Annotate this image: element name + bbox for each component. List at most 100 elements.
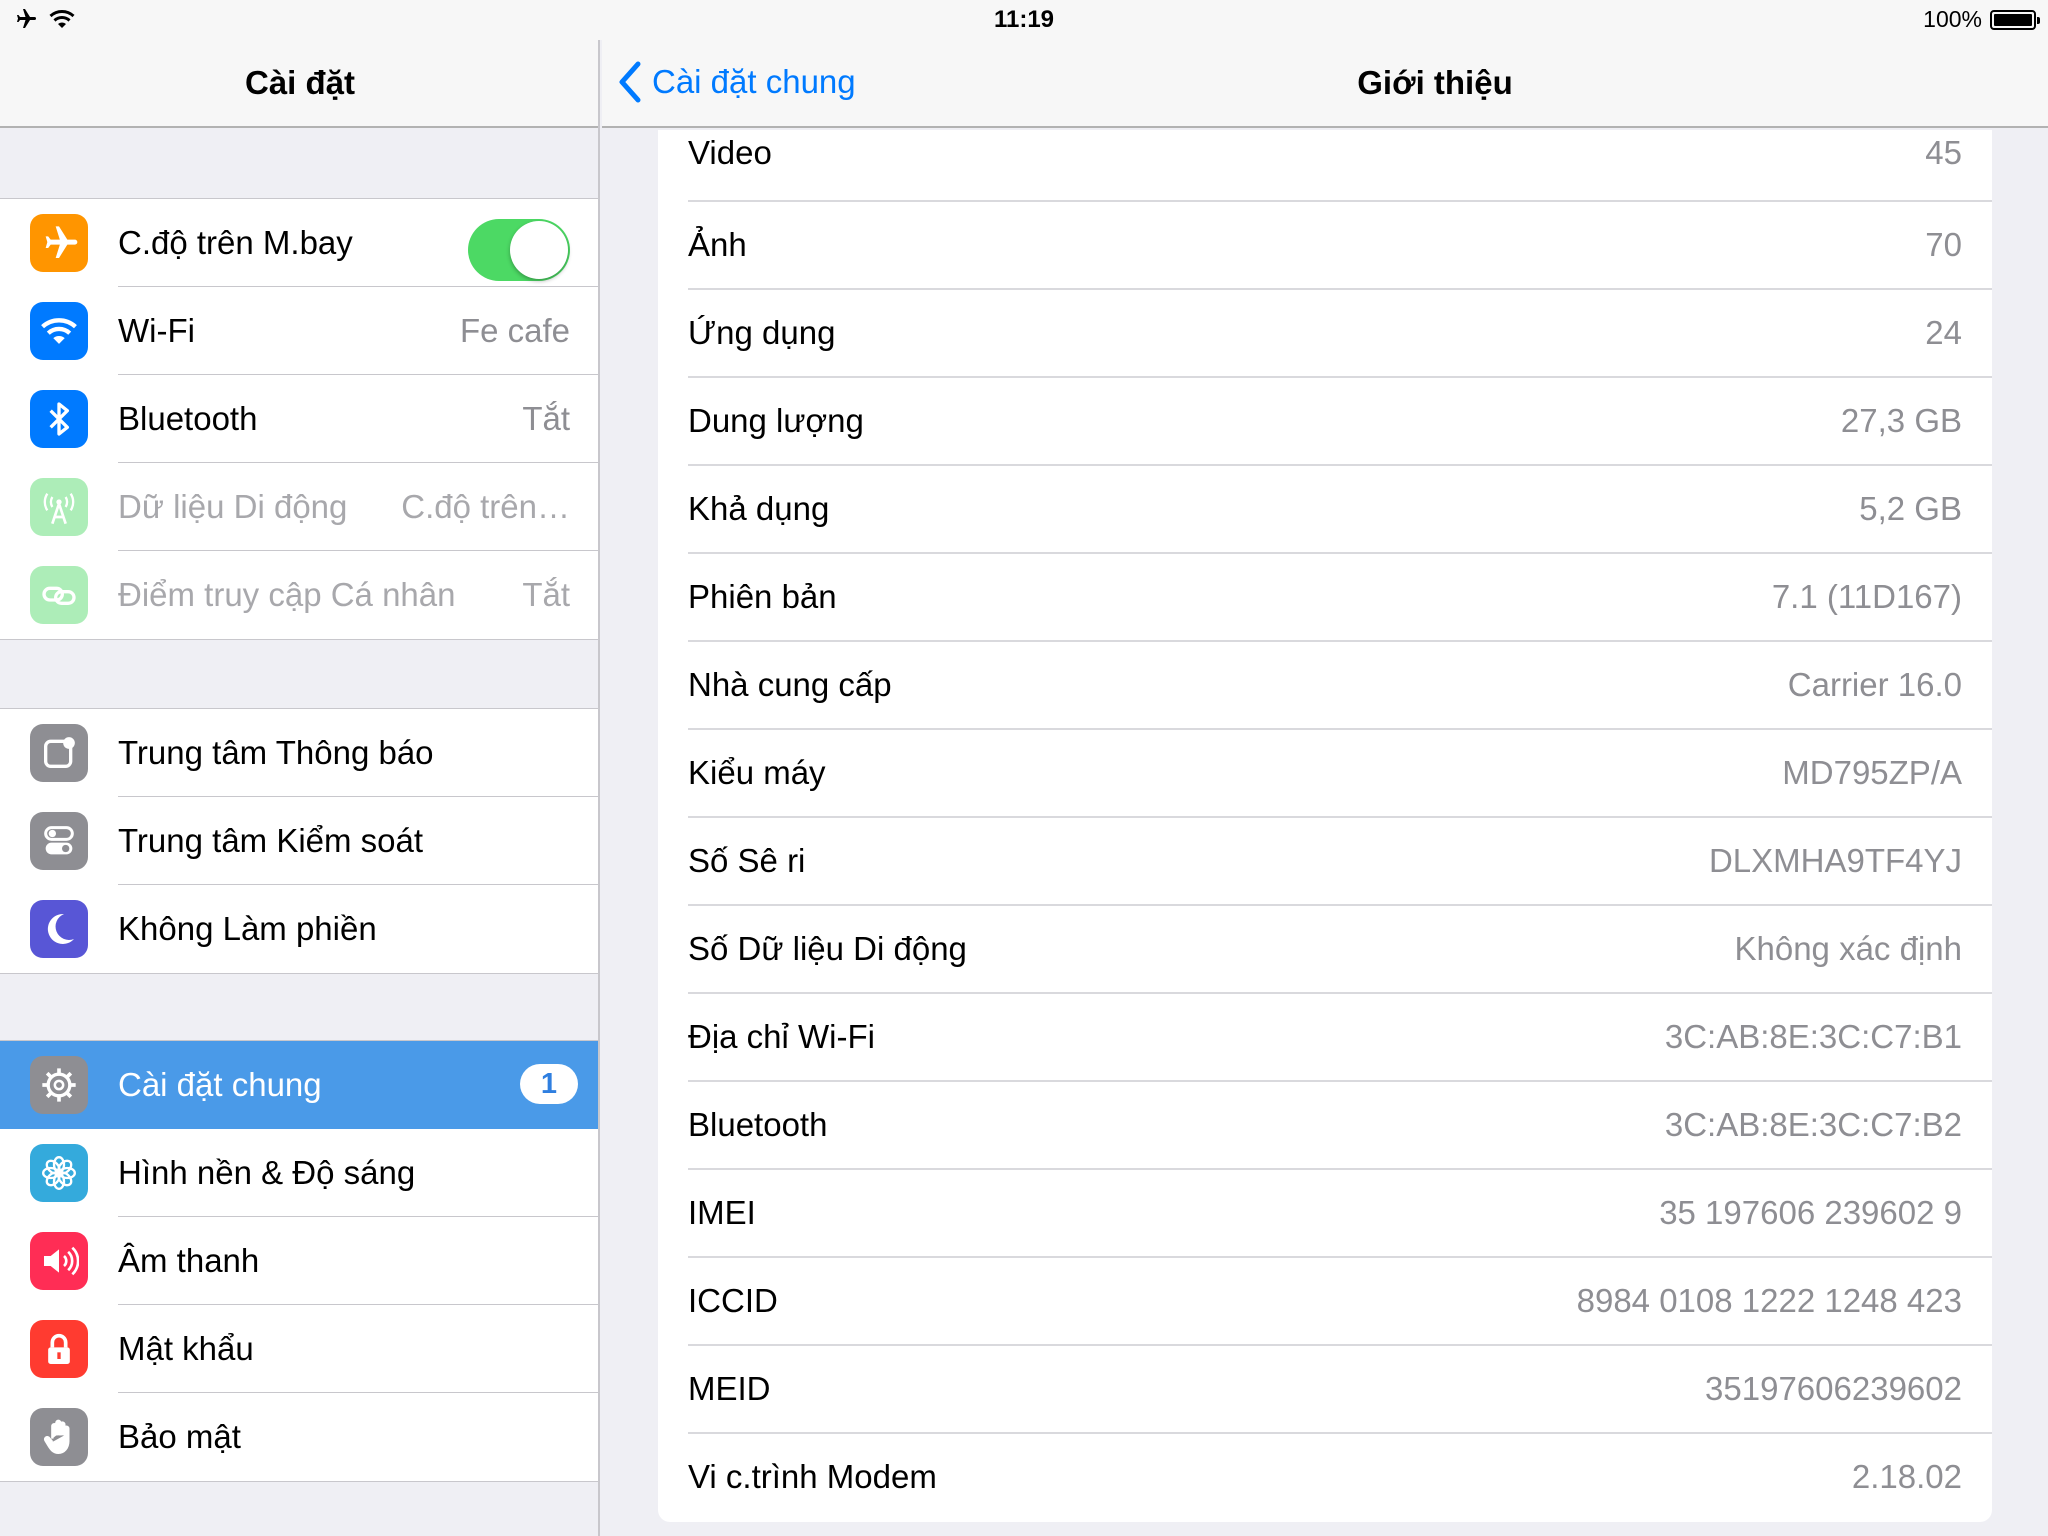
info-label: Kiểu máy	[688, 754, 826, 791]
sidebar-item-label: C.độ trên M.bay	[118, 224, 353, 261]
sidebar-item-label: Bảo mật	[118, 1418, 241, 1455]
status-time: 11:19	[993, 6, 1055, 33]
info-label: Khả dụng	[688, 490, 830, 527]
info-row-iccid: ICCID 8984 0108 1222 1248 423	[658, 1258, 1992, 1346]
info-label: MEID	[688, 1370, 771, 1407]
sidebar-item-airplane-mode[interactable]: C.độ trên M.bay	[0, 199, 598, 287]
info-row-version: Phiên bản 7.1 (11D167)	[658, 554, 1992, 642]
sidebar-item-label: Mật khẩu	[118, 1330, 254, 1367]
cellular-icon	[30, 478, 88, 536]
info-value: 35 197606 239602 9	[1659, 1194, 1962, 1231]
sidebar-item-do-not-disturb[interactable]: Không Làm phiền	[0, 885, 598, 973]
info-label: IMEI	[688, 1194, 756, 1231]
info-value: 5,2 GB	[1859, 490, 1962, 527]
hand-icon	[30, 1408, 88, 1466]
info-row-photos: Ảnh 70	[658, 202, 1992, 290]
info-value: 24	[1925, 314, 1962, 351]
info-row-carrier: Nhà cung cấp Carrier 16.0	[658, 642, 1992, 730]
sidebar-item-general[interactable]: Cài đặt chung 1	[0, 1041, 598, 1129]
settings-sidebar: Cài đặt C.độ trên M.bay Wi-Fi Fe cafe Bl…	[0, 0, 600, 1536]
sidebar-item-bluetooth[interactable]: Bluetooth Tắt	[0, 375, 598, 463]
info-label: Địa chỉ Wi-Fi	[688, 1018, 875, 1055]
notification-center-icon	[30, 724, 88, 782]
page-title: Giới thiệu	[1357, 64, 1513, 101]
info-label: Dung lượng	[688, 402, 864, 439]
airplane-icon	[30, 214, 88, 272]
info-label: Bluetooth	[688, 1106, 828, 1143]
info-row-wifi-address: Địa chỉ Wi-Fi 3C:AB:8E:3C:C7:B1	[658, 994, 1992, 1082]
info-label: Số Sê ri	[688, 842, 806, 879]
info-value: 3C:AB:8E:3C:C7:B1	[1664, 1018, 1962, 1055]
info-row-cellular-data-number: Số Dữ liệu Di động Không xác định	[658, 906, 1992, 994]
info-value: DLXMHA9TF4YJ	[1708, 842, 1962, 879]
about-info-list: Video 45 Ảnh 70 Ứng dụng 24 Dung lượng 2…	[658, 130, 1992, 1522]
sidebar-item-cellular-data[interactable]: Dữ liệu Di động C.độ trên…	[0, 463, 598, 551]
sidebar-item-wallpaper-brightness[interactable]: Hình nền & Độ sáng	[0, 1129, 598, 1217]
battery-icon	[1990, 9, 2040, 30]
info-row-bluetooth: Bluetooth 3C:AB:8E:3C:C7:B2	[658, 1082, 1992, 1170]
detail-nav-bar: Cài đặt chung Giới thiệu	[602, 40, 2048, 128]
lock-icon	[30, 1320, 88, 1378]
info-value: Không xác định	[1734, 930, 1962, 967]
speaker-icon	[30, 1232, 88, 1290]
info-value: MD795ZP/A	[1782, 754, 1962, 791]
info-value: 3C:AB:8E:3C:C7:B2	[1664, 1106, 1962, 1143]
sidebar-item-label: Wi-Fi	[118, 312, 195, 349]
sidebar-item-label: Trung tâm Thông báo	[118, 734, 434, 771]
toggle-knob	[510, 221, 568, 279]
battery-fill	[1994, 13, 2032, 26]
info-value: 8984 0108 1222 1248 423	[1576, 1282, 1962, 1319]
info-value: 35197606239602	[1705, 1370, 1962, 1407]
info-row-video: Video 45	[658, 130, 1992, 202]
info-label: ICCID	[688, 1282, 778, 1319]
info-row-model: Kiểu máy MD795ZP/A	[658, 730, 1992, 818]
sidebar-item-detail: C.độ trên…	[401, 488, 570, 525]
sidebar-nav-bar: Cài đặt	[0, 40, 598, 128]
info-row-applications: Ứng dụng 24	[658, 290, 1992, 378]
moon-icon	[30, 900, 88, 958]
sidebar-item-notification-center[interactable]: Trung tâm Thông báo	[0, 709, 598, 797]
page-title-wrap: Giới thiệu	[602, 64, 2048, 102]
info-value: 27,3 GB	[1840, 402, 1962, 439]
battery-percent: 100%	[1923, 6, 1982, 32]
info-row-capacity: Dung lượng 27,3 GB	[658, 378, 1992, 466]
flower-icon	[30, 1144, 88, 1202]
sidebar-item-privacy[interactable]: Bảo mật	[0, 1393, 598, 1481]
sidebar-item-label: Âm thanh	[118, 1242, 260, 1279]
info-label: Ảnh	[688, 226, 747, 263]
sidebar-title: Cài đặt	[244, 64, 356, 101]
airplane-mode-toggle[interactable]	[468, 219, 570, 281]
info-row-modem-firmware: Vi c.trình Modem 2.18.02	[658, 1434, 1992, 1522]
info-value: 45	[1925, 134, 1962, 171]
detail-pane: Cài đặt chung Giới thiệu Video 45 Ảnh 70…	[602, 0, 2048, 1536]
info-label: Ứng dụng	[688, 314, 836, 351]
hotspot-icon	[30, 566, 88, 624]
info-label: Video	[688, 134, 772, 171]
wifi-icon	[30, 302, 88, 360]
sidebar-item-detail: Tắt	[522, 400, 570, 437]
sidebar-item-detail: Fe cafe	[459, 312, 570, 349]
status-bar: 11:19 100%	[0, 0, 2048, 40]
sidebar-item-label: Bluetooth	[118, 400, 258, 437]
control-center-icon	[30, 812, 88, 870]
info-row-imei: IMEI 35 197606 239602 9	[658, 1170, 1992, 1258]
info-value: 2.18.02	[1851, 1458, 1962, 1495]
sidebar-item-passcode[interactable]: Mật khẩu	[0, 1305, 598, 1393]
settings-group-general: Cài đặt chung 1 Hình nền & Độ sáng Âm th…	[0, 1040, 598, 1482]
bluetooth-icon	[30, 390, 88, 448]
sidebar-item-label: Dữ liệu Di động	[118, 488, 348, 525]
sidebar-item-label: Cài đặt chung	[118, 1066, 322, 1103]
sidebar-item-personal-hotspot[interactable]: Điểm truy cập Cá nhân Tắt	[0, 551, 598, 639]
sidebar-item-control-center[interactable]: Trung tâm Kiểm soát	[0, 797, 598, 885]
sidebar-item-sounds[interactable]: Âm thanh	[0, 1217, 598, 1305]
sidebar-item-detail: Tắt	[522, 576, 570, 613]
status-right: 100%	[1923, 6, 2040, 33]
sidebar-item-label: Điểm truy cập Cá nhân	[118, 576, 456, 613]
settings-group-connectivity: C.độ trên M.bay Wi-Fi Fe cafe Bluetooth …	[0, 198, 598, 640]
info-value: 7.1 (11D167)	[1771, 578, 1962, 615]
info-label: Phiên bản	[688, 578, 837, 615]
info-value: 70	[1925, 226, 1962, 263]
sidebar-item-wifi[interactable]: Wi-Fi Fe cafe	[0, 287, 598, 375]
info-row-meid: MEID 35197606239602	[658, 1346, 1992, 1434]
info-label: Nhà cung cấp	[688, 666, 892, 703]
